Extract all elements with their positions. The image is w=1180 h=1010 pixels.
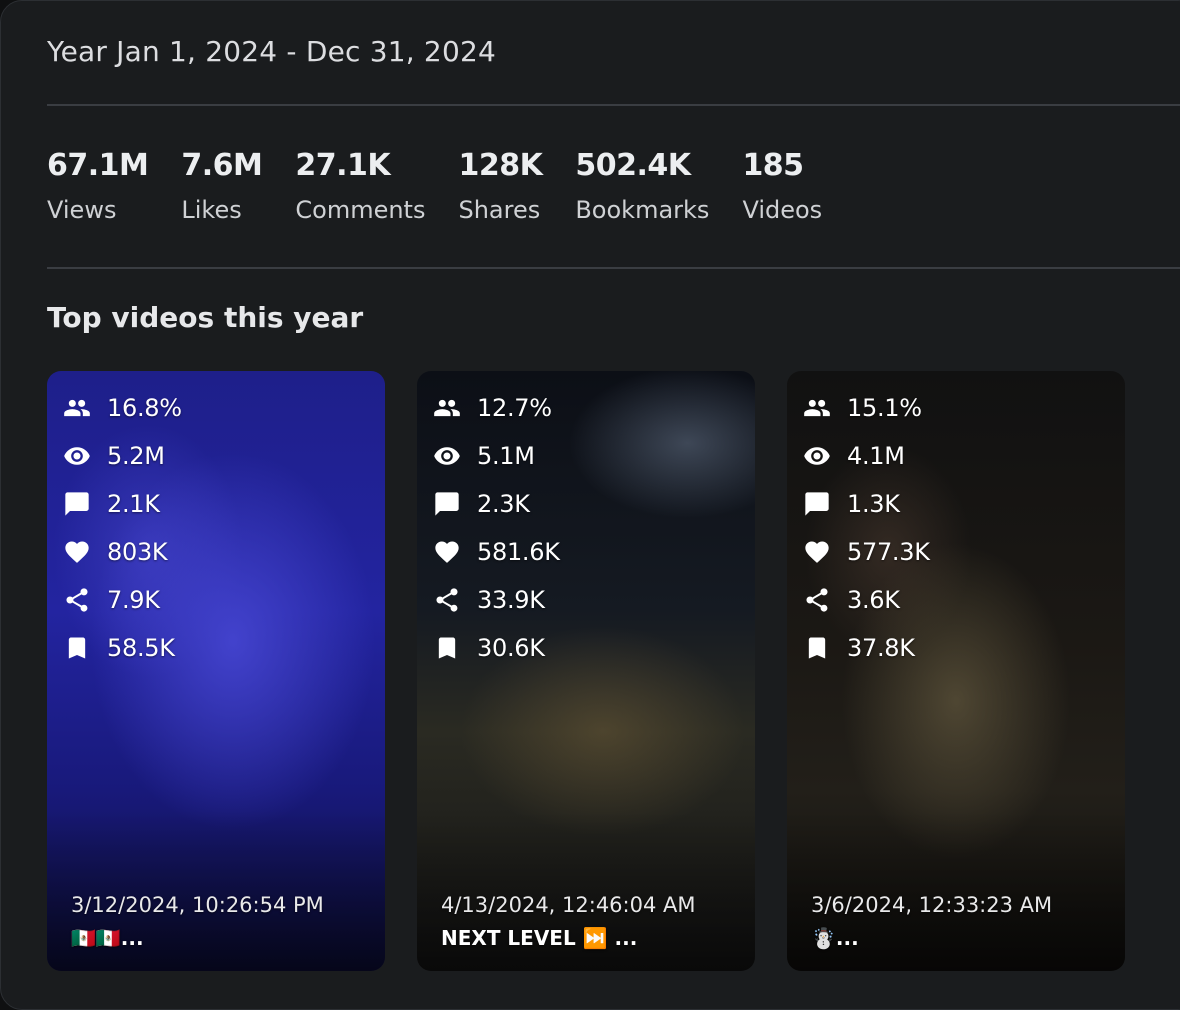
heart-icon bbox=[805, 541, 829, 563]
bookmark-icon bbox=[438, 637, 456, 659]
stat-value: 185 bbox=[742, 148, 804, 183]
heart-icon bbox=[65, 541, 89, 563]
metric-bookmarks: 37.8K bbox=[803, 629, 930, 667]
share-icon bbox=[436, 588, 458, 612]
video-caption: NEXT LEVEL ⏭️ ... bbox=[441, 926, 638, 950]
video-metrics: 15.1% 4.1M 1.3K 577.3K 3.6K 37.8K bbox=[803, 389, 930, 667]
stats-row: 67.1M Views 7.6M Likes 27.1K Comments 12… bbox=[47, 146, 822, 225]
metric-likes: 577.3K bbox=[803, 533, 930, 571]
video-card[interactable]: 15.1% 4.1M 1.3K 577.3K 3.6K 37.8K 3/6/20… bbox=[787, 371, 1125, 971]
metric-comments: 1.3K bbox=[803, 485, 930, 523]
users-icon bbox=[804, 399, 830, 417]
metric-value: 3.6K bbox=[847, 586, 900, 614]
stat-value: 7.6M bbox=[181, 148, 263, 183]
stat-bookmarks: 502.4K Bookmarks bbox=[575, 146, 709, 225]
stat-label: Videos bbox=[742, 196, 823, 224]
video-caption: 🇲🇽🇲🇽... bbox=[71, 926, 144, 950]
stat-shares: 128K Shares bbox=[458, 146, 542, 225]
metric-value: 30.6K bbox=[477, 634, 545, 662]
users-icon bbox=[434, 399, 460, 417]
comment-icon bbox=[435, 492, 459, 516]
metric-views: 5.2M bbox=[63, 437, 182, 475]
metric-value: 16.8% bbox=[107, 394, 182, 422]
metric-value: 803K bbox=[107, 538, 168, 566]
metric-audience: 16.8% bbox=[63, 389, 182, 427]
divider bbox=[47, 267, 1180, 269]
metric-value: 2.1K bbox=[107, 490, 160, 518]
stat-label: Views bbox=[47, 196, 117, 224]
metric-value: 15.1% bbox=[847, 394, 922, 422]
stat-views: 67.1M Views bbox=[47, 146, 149, 225]
metric-value: 5.1M bbox=[477, 442, 535, 470]
stat-label: Comments bbox=[295, 196, 426, 224]
top-videos-list: 16.8% 5.2M 2.1K 803K 7.9K 58.5K 3/12/202… bbox=[47, 371, 1125, 971]
stat-label: Shares bbox=[458, 196, 541, 224]
metric-comments: 2.3K bbox=[433, 485, 560, 523]
stat-value: 67.1M bbox=[47, 148, 149, 183]
metric-audience: 12.7% bbox=[433, 389, 560, 427]
stat-comments: 27.1K Comments bbox=[295, 146, 425, 225]
stat-likes: 7.6M Likes bbox=[181, 146, 263, 225]
share-icon bbox=[806, 588, 828, 612]
video-date: 3/12/2024, 10:26:54 PM bbox=[71, 893, 324, 917]
users-icon bbox=[64, 399, 90, 417]
period-range: Year Jan 1, 2024 - Dec 31, 2024 bbox=[47, 35, 496, 68]
stat-label: Likes bbox=[181, 196, 242, 224]
heart-icon bbox=[435, 541, 459, 563]
metric-views: 5.1M bbox=[433, 437, 560, 475]
metric-bookmarks: 58.5K bbox=[63, 629, 182, 667]
stat-value: 502.4K bbox=[575, 148, 691, 183]
video-metrics: 12.7% 5.1M 2.3K 581.6K 33.9K 30.6K bbox=[433, 389, 560, 667]
comment-icon bbox=[805, 492, 829, 516]
metric-value: 577.3K bbox=[847, 538, 930, 566]
video-card[interactable]: 12.7% 5.1M 2.3K 581.6K 33.9K 30.6K 4/13/… bbox=[417, 371, 755, 971]
video-date: 3/6/2024, 12:33:23 AM bbox=[811, 893, 1053, 917]
metric-value: 37.8K bbox=[847, 634, 915, 662]
stat-label: Bookmarks bbox=[575, 196, 710, 224]
bookmark-icon bbox=[808, 637, 826, 659]
metric-value: 4.1M bbox=[847, 442, 905, 470]
metric-bookmarks: 30.6K bbox=[433, 629, 560, 667]
section-title: Top videos this year bbox=[47, 301, 364, 334]
metric-value: 2.3K bbox=[477, 490, 530, 518]
metric-value: 58.5K bbox=[107, 634, 175, 662]
metric-comments: 2.1K bbox=[63, 485, 182, 523]
bookmark-icon bbox=[68, 637, 86, 659]
metric-views: 4.1M bbox=[803, 437, 930, 475]
metric-value: 5.2M bbox=[107, 442, 165, 470]
eye-icon bbox=[434, 447, 460, 465]
metric-value: 33.9K bbox=[477, 586, 545, 614]
metric-value: 581.6K bbox=[477, 538, 560, 566]
video-card[interactable]: 16.8% 5.2M 2.1K 803K 7.9K 58.5K 3/12/202… bbox=[47, 371, 385, 971]
metric-likes: 581.6K bbox=[433, 533, 560, 571]
stat-value: 128K bbox=[458, 148, 543, 183]
comment-icon bbox=[65, 492, 89, 516]
share-icon bbox=[66, 588, 88, 612]
metric-shares: 3.6K bbox=[803, 581, 930, 619]
metric-shares: 7.9K bbox=[63, 581, 182, 619]
metric-audience: 15.1% bbox=[803, 389, 930, 427]
eye-icon bbox=[64, 447, 90, 465]
eye-icon bbox=[804, 447, 830, 465]
stats-panel: Year Jan 1, 2024 - Dec 31, 2024 67.1M Vi… bbox=[0, 0, 1180, 1010]
stat-videos: 185 Videos bbox=[742, 146, 822, 225]
video-metrics: 16.8% 5.2M 2.1K 803K 7.9K 58.5K bbox=[63, 389, 182, 667]
metric-value: 12.7% bbox=[477, 394, 552, 422]
video-date: 4/13/2024, 12:46:04 AM bbox=[441, 893, 696, 917]
metric-likes: 803K bbox=[63, 533, 182, 571]
metric-value: 7.9K bbox=[107, 586, 160, 614]
metric-shares: 33.9K bbox=[433, 581, 560, 619]
metric-value: 1.3K bbox=[847, 490, 900, 518]
video-caption: ☃️... bbox=[811, 926, 859, 950]
divider bbox=[47, 104, 1180, 106]
stat-value: 27.1K bbox=[295, 148, 391, 183]
